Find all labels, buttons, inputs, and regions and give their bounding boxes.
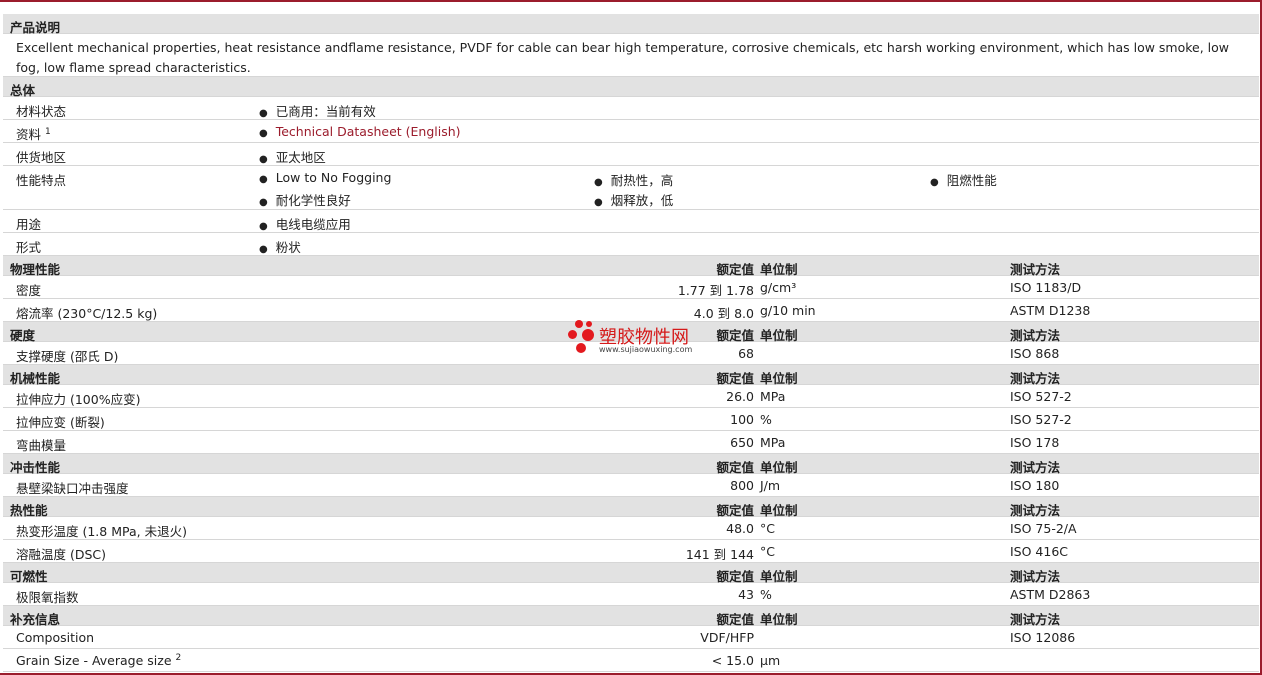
- property-row: 拉伸应变 (断裂) 100% ISO 527-2: [3, 408, 1259, 431]
- section-header: 热性能 额定值 单位制 测试方法: [3, 497, 1259, 518]
- property-test-method: ISO 178: [1010, 435, 1060, 450]
- property-value: 100: [730, 412, 754, 427]
- property-unit: g/10 min: [760, 303, 816, 318]
- general-row-use: 用途 电线电缆应用: [3, 210, 1259, 233]
- section-header: 冲击性能 额定值 单位制 测试方法: [3, 454, 1259, 475]
- property-row: 溶融温度 (DSC) 141 到 144 °C ISO 416C: [3, 540, 1259, 563]
- datasheet-link[interactable]: Technical Datasheet (English): [276, 124, 461, 139]
- property-unit: MPa: [760, 435, 786, 450]
- section-header: 补充信息 额定值 单位制 测试方法: [3, 606, 1259, 627]
- top-border: [0, 0, 1262, 2]
- general-row-region: 供货地区 亚太地区: [3, 143, 1259, 166]
- property-label: Grain Size - Average size 2: [16, 653, 182, 669]
- property-row: Grain Size - Average size 2 < 15.0 µm: [3, 649, 1259, 672]
- section-header: 机械性能 额定值 单位制 测试方法: [3, 365, 1259, 386]
- property-value: 141 到 144: [685, 547, 754, 562]
- section-header: 可燃性 额定值 单位制 测试方法: [3, 563, 1259, 584]
- description-text: Excellent mechanical properties, heat re…: [16, 40, 1230, 75]
- property-test-method: ISO 527-2: [1010, 412, 1072, 427]
- row-label: 形式: [16, 240, 42, 255]
- property-test-method: ISO 1183/D: [1010, 280, 1082, 295]
- section-header: 物理性能 额定值 单位制 测试方法: [3, 256, 1259, 277]
- section-header-general: 总体: [3, 77, 1259, 98]
- property-label: 拉伸应力 (100%应变): [16, 392, 141, 407]
- property-label: 支撑硬度 (邵氏 D): [16, 349, 119, 364]
- bullet-value: 电线电缆应用: [259, 214, 351, 233]
- property-unit: J/m: [760, 478, 781, 493]
- property-unit: MPa: [760, 389, 786, 404]
- bullet-value: 粉状: [259, 237, 301, 256]
- property-value: 48.0: [726, 521, 754, 536]
- property-unit: %: [760, 587, 772, 602]
- property-label: 极限氧指数: [16, 590, 79, 605]
- property-unit: µm: [760, 653, 781, 668]
- property-label: 热变形温度 (1.8 MPa, 未退火): [16, 524, 187, 539]
- row-label: 供货地区: [16, 150, 67, 165]
- property-test-method: ISO 180: [1010, 478, 1060, 493]
- row-label: 资料 1: [16, 126, 51, 142]
- property-label: 弯曲模量: [16, 438, 67, 453]
- property-value: VDF/HFP: [700, 630, 754, 645]
- general-row-status: 材料状态 已商用：当前有效: [3, 97, 1259, 120]
- property-unit: °C: [760, 544, 775, 559]
- property-test-method: ISO 12086: [1010, 630, 1076, 645]
- section-header-description: 产品说明: [3, 14, 1259, 35]
- property-value: 43: [738, 587, 754, 602]
- row-label: 材料状态: [16, 104, 67, 119]
- bullet-value: 耐化学性良好: [259, 190, 351, 209]
- property-label: 密度: [16, 283, 42, 298]
- property-test-method: ASTM D1238: [1010, 303, 1091, 318]
- general-row-docs: 资料 1 Technical Datasheet (English): [3, 120, 1259, 143]
- property-label: 拉伸应变 (断裂): [16, 415, 105, 430]
- property-row: 密度 1.77 到 1.78 g/cm³ ISO 1183/D: [3, 276, 1259, 299]
- property-unit: g/cm³: [760, 280, 797, 295]
- property-label: Composition: [16, 630, 95, 645]
- bullet-value: 亚太地区: [259, 147, 326, 166]
- property-unit: °C: [760, 521, 775, 536]
- property-test-method: ISO 416C: [1010, 544, 1069, 559]
- property-value: 26.0: [726, 389, 754, 404]
- watermark-logo: 塑胶物性网 www.sujiaowuxing.com: [568, 318, 708, 358]
- property-label: 悬壁梁缺口冲击强度: [16, 481, 129, 496]
- bullet-value: 烟释放，低: [594, 190, 674, 209]
- row-label: 用途: [16, 217, 42, 232]
- property-row: 弯曲模量 650 MPa ISO 178: [3, 431, 1259, 454]
- bullet-value: Low to No Fogging: [259, 170, 392, 185]
- general-row-form: 形式 粉状: [3, 233, 1259, 256]
- row-label: 性能特点: [16, 173, 67, 188]
- property-test-method: ISO 75-2/A: [1010, 521, 1077, 536]
- bullet-value: Technical Datasheet (English): [259, 124, 461, 139]
- general-row-features: 性能特点 Low to No Fogging 耐热性，高 阻燃性能 耐化学性良好…: [3, 166, 1259, 210]
- property-test-method: ISO 868: [1010, 346, 1060, 361]
- property-test-method: ASTM D2863: [1010, 587, 1091, 602]
- property-label: 熔流率 (230°C/12.5 kg): [16, 306, 158, 321]
- property-value: < 15.0: [711, 653, 754, 668]
- property-row: Composition VDF/HFP ISO 12086: [3, 626, 1259, 649]
- property-value: 68: [738, 346, 754, 361]
- property-unit: %: [760, 412, 772, 427]
- property-row: 极限氧指数 43% ASTM D2863: [3, 583, 1259, 606]
- property-label: 溶融温度 (DSC): [16, 547, 107, 562]
- bullet-value: 阻燃性能: [930, 170, 997, 189]
- bullet-value: 耐热性，高: [594, 170, 674, 189]
- description-row: Excellent mechanical properties, heat re…: [3, 34, 1259, 77]
- property-row: 热变形温度 (1.8 MPa, 未退火) 48.0 °C ISO 75-2/A: [3, 517, 1259, 540]
- property-row: 拉伸应力 (100%应变) 26.0 MPa ISO 527-2: [3, 385, 1259, 408]
- property-value: 1.77 到 1.78: [677, 283, 754, 298]
- watermark-url: www.sujiaowuxing.com: [599, 345, 693, 354]
- property-row: 悬壁梁缺口冲击强度 800 J/m ISO 180: [3, 474, 1259, 497]
- bullet-value: 已商用：当前有效: [259, 101, 376, 120]
- property-value: 650: [730, 435, 754, 450]
- property-value: 800: [730, 478, 754, 493]
- property-test-method: ISO 527-2: [1010, 389, 1072, 404]
